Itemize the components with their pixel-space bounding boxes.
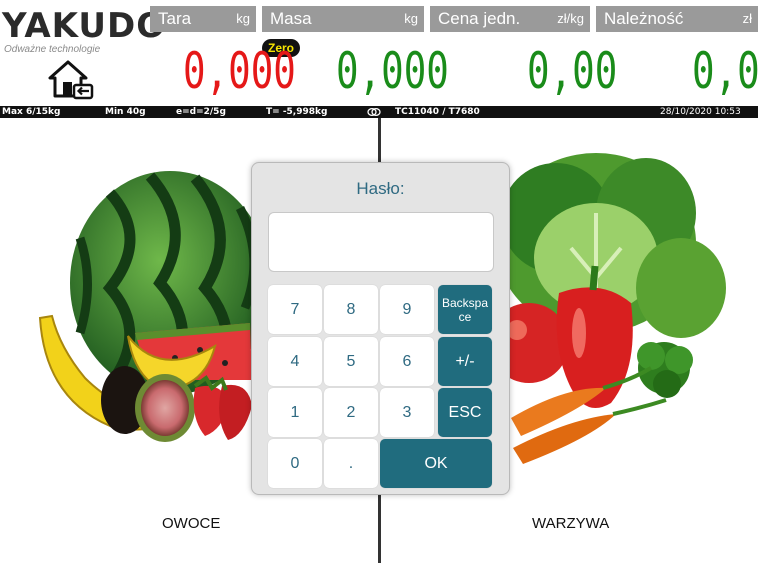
key-8[interactable]: 8 (324, 285, 378, 334)
tara-value: 0,000 (183, 42, 296, 100)
key-0[interactable]: 0 (268, 439, 322, 488)
cena-label: Cena jedn. zł/kg (430, 6, 590, 32)
naleznosc-value: 0,00 (692, 42, 758, 100)
backspace-button[interactable]: Backspace (438, 285, 492, 334)
max-capacity: Max 6/15kg (2, 107, 61, 117)
division: e=d=2/5g (176, 107, 226, 117)
tara-label: Tara kg (150, 6, 256, 32)
datetime: 28/10/2020 10:53 (660, 107, 741, 117)
dialog-title: Hasło: (356, 179, 405, 198)
key-6[interactable]: 6 (380, 337, 434, 386)
home-exit-icon[interactable] (48, 60, 94, 102)
masa-label: Masa kg (262, 6, 424, 32)
plus-minus-button[interactable]: +/- (438, 337, 492, 386)
masa-value: 0,000 (336, 42, 449, 100)
key-1[interactable]: 1 (268, 388, 322, 437)
naleznosc-label: Należność zł (596, 6, 758, 32)
key-3[interactable]: 3 (380, 388, 434, 437)
naleznosc-label-text: Należność (604, 9, 684, 28)
key-decimal[interactable]: . (324, 439, 378, 488)
key-7[interactable]: 7 (268, 285, 322, 334)
key-9[interactable]: 9 (380, 285, 434, 334)
password-dialog: Hasło: 7 8 9 Backspace 4 5 6 +/- 1 2 3 E… (251, 162, 510, 495)
key-5[interactable]: 5 (324, 337, 378, 386)
key-2[interactable]: 2 (324, 388, 378, 437)
cena-value: 0,00 (527, 42, 618, 100)
cena-unit: zł/kg (557, 11, 584, 26)
masa-label-text: Masa (270, 9, 312, 28)
tare-limit: T= -5,998kg (266, 107, 328, 117)
tara-unit: kg (236, 11, 250, 26)
masa-unit: kg (404, 11, 418, 26)
brand-tagline: Odważne technologie (4, 44, 101, 55)
ok-button[interactable]: OK (380, 439, 492, 488)
scale-info-bar: Max 6/15kg Min 40g e=d=2/5g T= -5,998kg … (0, 106, 758, 118)
scale-header: YAKUDO Odważne technologie Tara kg Masa … (0, 0, 758, 106)
password-field[interactable] (268, 212, 494, 272)
esc-button[interactable]: ESC (438, 388, 492, 437)
key-4[interactable]: 4 (268, 337, 322, 386)
min-load: Min 40g (105, 107, 146, 117)
brand-logo: YAKUDO (2, 6, 167, 46)
cena-label-text: Cena jedn. (438, 9, 521, 28)
category-vegetables-label: WARZYWA (532, 515, 610, 532)
category-fruits-label: OWOCE (162, 515, 221, 532)
rings-icon (367, 106, 381, 118)
naleznosc-unit: zł (742, 11, 752, 26)
device-ids: TC11040 / T7680 (395, 107, 480, 117)
tara-label-text: Tara (158, 9, 192, 28)
